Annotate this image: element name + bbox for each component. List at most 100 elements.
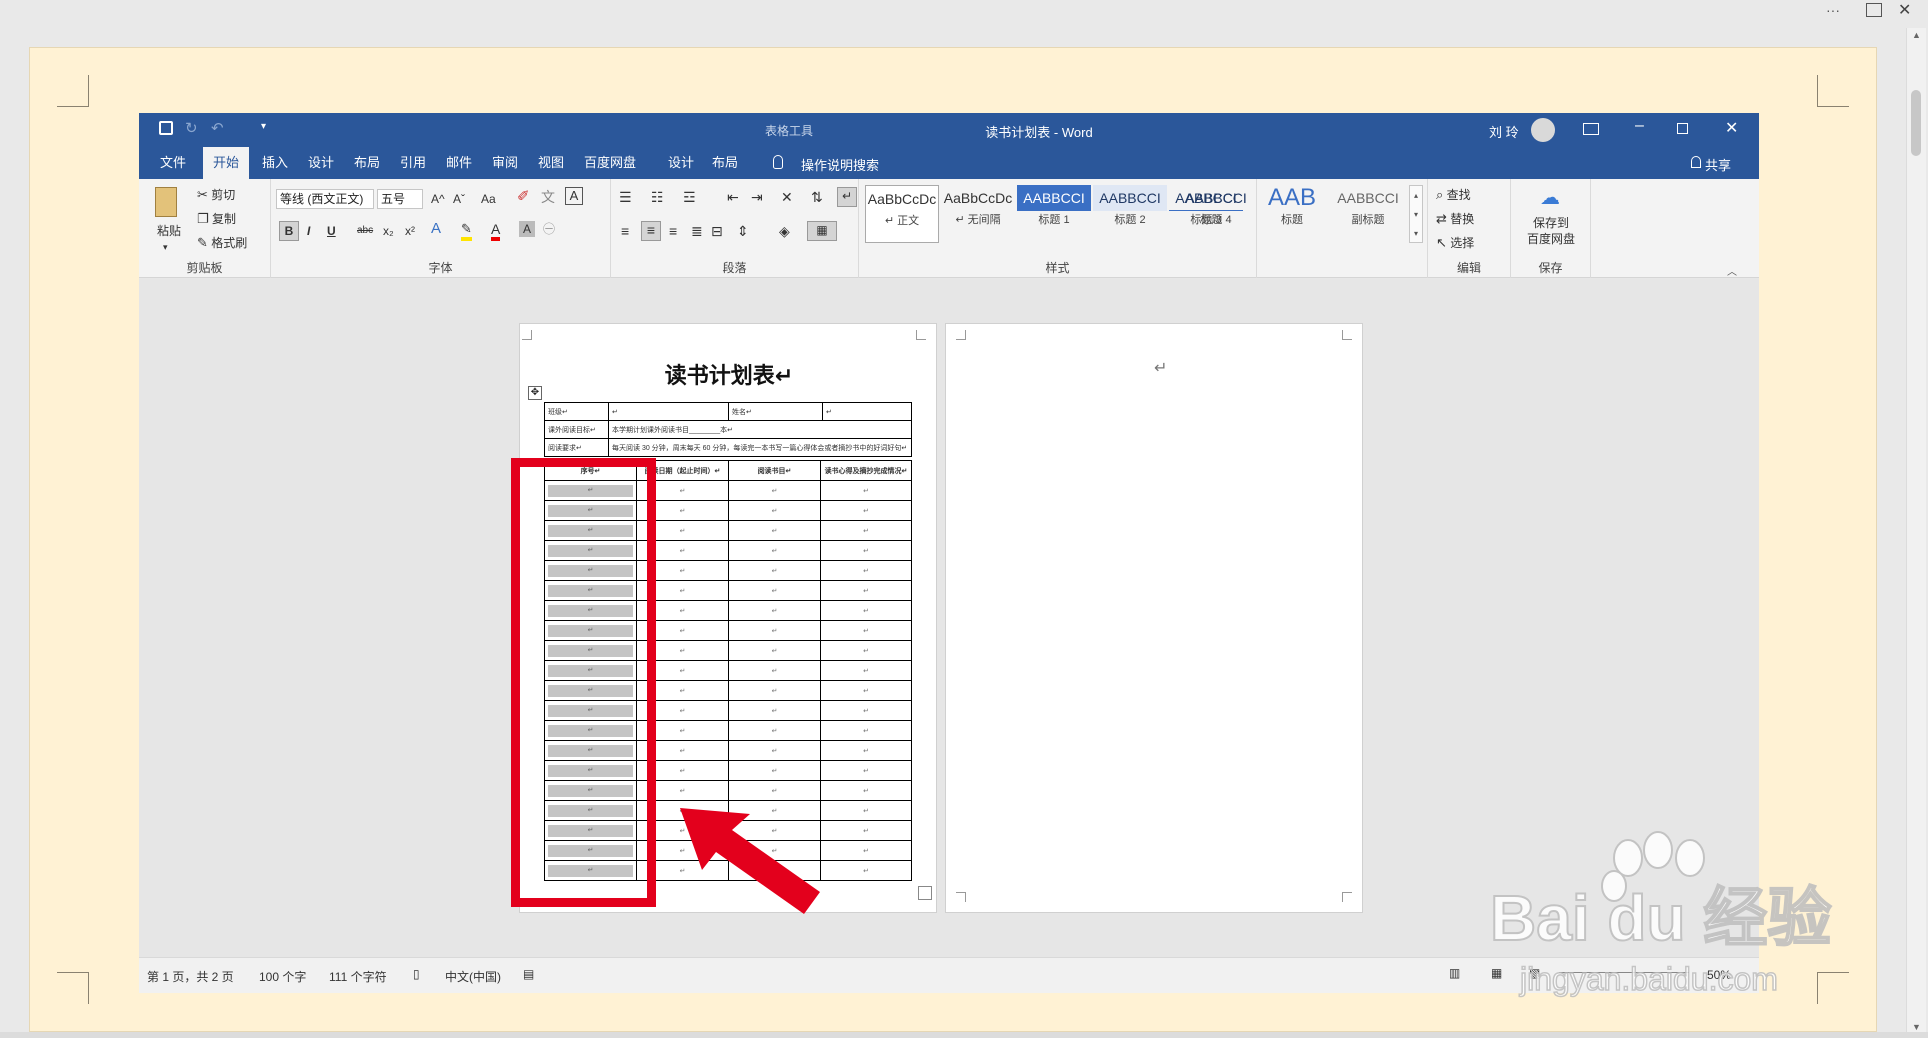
table-cell[interactable]: ↵ — [820, 760, 912, 781]
table-cell[interactable]: 本学期计划课外阅读书目________本↵ — [608, 420, 912, 439]
tab-design[interactable]: 设计 — [301, 147, 341, 179]
table-cell[interactable]: ↵ — [820, 720, 912, 741]
proofing-icon[interactable]: ▯ — [413, 967, 420, 981]
align-center-icon[interactable]: ≡ — [641, 221, 661, 241]
styles-gallery-scroll[interactable]: ▴ ▾ ▾ — [1409, 185, 1423, 243]
style-heading-1[interactable]: AABBCCI 标题 1 — [1017, 185, 1091, 243]
table-cell[interactable]: 阅读要求↵ — [544, 438, 609, 457]
share-icon[interactable] — [1691, 156, 1701, 168]
tab-table-layout[interactable]: 布局 — [705, 147, 745, 179]
distributed-icon[interactable]: ⊟ — [711, 223, 723, 239]
enclose-characters-icon[interactable]: ㊀ — [543, 221, 555, 237]
tab-review[interactable]: 审阅 — [485, 147, 525, 179]
table-cell[interactable]: 每天阅读 30 分钟，周末每天 60 分钟，每读完一本书写一篇心得体会或者摘抄书… — [608, 438, 912, 457]
table-cell[interactable]: ↵ — [728, 780, 821, 801]
underline-button[interactable]: U — [327, 223, 336, 239]
user-name[interactable]: 刘 玲 — [1489, 122, 1519, 141]
font-family-select[interactable]: 等线 (西文正文) — [276, 189, 374, 209]
shrink-font-icon[interactable]: Aˇ — [453, 191, 465, 207]
bullets-icon[interactable]: ☰ — [619, 189, 632, 205]
table-cell[interactable]: ↵ — [820, 620, 912, 641]
paste-dropdown-icon[interactable]: ▾ — [163, 239, 168, 255]
table-cell[interactable]: 姓名↵ — [728, 402, 823, 421]
format-painter-button[interactable]: 格式刷 — [211, 236, 247, 250]
tell-me-search[interactable]: 操作说明搜索 — [801, 155, 879, 174]
table-cell[interactable]: ↵ — [728, 480, 821, 501]
tab-file[interactable]: 文件 — [151, 147, 195, 179]
ribbon-display-options-icon[interactable] — [1583, 123, 1599, 135]
save-to-line2[interactable]: 百度网盘 — [1521, 231, 1581, 247]
table-cell[interactable]: ↵ — [608, 402, 729, 421]
paste-icon[interactable] — [155, 187, 177, 217]
line-spacing-icon[interactable]: ⇕ — [737, 223, 749, 239]
multilevel-list-icon[interactable]: ☲ — [683, 189, 696, 205]
save-icon[interactable] — [159, 121, 173, 135]
table-cell[interactable]: ↵ — [820, 480, 912, 501]
table-cell[interactable]: ↵ — [728, 500, 821, 521]
style-normal[interactable]: AaBbCcDc ↵ 正文 — [865, 185, 939, 243]
decrease-indent-icon[interactable]: ⇤ — [727, 189, 739, 205]
header-cell[interactable]: 阅读书目↵ — [728, 460, 821, 481]
tab-references[interactable]: 引用 — [393, 147, 433, 179]
header-cell[interactable]: 读书心得及摘抄完成情况↵ — [820, 460, 912, 481]
tab-layout[interactable]: 布局 — [347, 147, 387, 179]
more-options-icon[interactable]: ··· — [1826, 2, 1840, 18]
table-cell[interactable]: ↵ — [820, 560, 912, 581]
subscript-button[interactable]: x₂ — [383, 223, 394, 239]
table-cell[interactable]: ↵ — [728, 660, 821, 681]
justify-icon[interactable]: ≣ — [691, 223, 703, 239]
highlight-color-icon[interactable]: ✎ — [461, 221, 472, 241]
character-shading-icon[interactable]: A — [519, 221, 535, 237]
tab-baidu-netdisk[interactable]: 百度网盘 — [577, 147, 643, 179]
replace-button[interactable]: 替换 — [1450, 212, 1474, 226]
table-cell[interactable]: ↵ — [728, 700, 821, 721]
macro-icon[interactable]: ▤ — [523, 967, 534, 981]
font-color-icon[interactable]: A — [491, 221, 501, 241]
clear-formatting-icon[interactable]: ✐ — [517, 189, 530, 205]
minimize-icon[interactable]: – — [1635, 117, 1644, 135]
table-move-handle-icon[interactable]: ✥ — [528, 386, 542, 400]
numbering-icon[interactable]: ☷ — [651, 189, 664, 205]
read-mode-icon[interactable]: ▥ — [1449, 966, 1460, 980]
table-cell[interactable]: ↵ — [728, 620, 821, 641]
scroll-up-icon[interactable]: ▲ — [1912, 30, 1921, 40]
table-cell[interactable]: ↵ — [728, 740, 821, 761]
table-cell[interactable]: ↵ — [820, 580, 912, 601]
vertical-scrollbar[interactable]: ▲ ▼ — [1906, 28, 1926, 1034]
table-cell[interactable]: ↵ — [820, 640, 912, 661]
phonetic-guide-icon[interactable]: 文 — [541, 189, 555, 205]
character-border-icon[interactable]: A — [565, 187, 583, 205]
collapse-ribbon-icon[interactable]: ︿ — [1727, 263, 1737, 278]
table-resize-handle-icon[interactable] — [918, 886, 932, 900]
tab-view[interactable]: 视图 — [531, 147, 571, 179]
paragraph-mark[interactable]: ↵ — [1154, 358, 1167, 378]
tab-insert[interactable]: 插入 — [255, 147, 295, 179]
avatar[interactable] — [1531, 118, 1555, 142]
tab-mailings[interactable]: 邮件 — [439, 147, 479, 179]
table-cell[interactable]: ↵ — [728, 680, 821, 701]
table-cell[interactable]: 课外阅读目标↵ — [544, 420, 609, 439]
italic-button[interactable]: I — [307, 223, 310, 239]
table-cell[interactable]: ↵ — [820, 780, 912, 801]
word-count[interactable]: 100 个字 — [259, 968, 306, 985]
align-right-icon[interactable]: ≡ — [669, 223, 677, 239]
tab-home[interactable]: 开始 — [203, 147, 249, 179]
baidu-cloud-icon[interactable]: ☁ — [1537, 185, 1563, 209]
document-title[interactable]: 读书计划表↵ — [520, 358, 938, 390]
table-cell[interactable]: ↵ — [820, 520, 912, 541]
find-button[interactable]: 查找 — [1447, 188, 1471, 202]
style-heading-2[interactable]: AABBCCI 标题 2 — [1093, 185, 1167, 243]
table-cell[interactable]: ↵ — [820, 740, 912, 761]
table-cell[interactable]: ↵ — [820, 820, 912, 841]
table-cell[interactable]: ↵ — [820, 540, 912, 561]
copy-button[interactable]: 复制 — [212, 212, 236, 226]
language-indicator[interactable]: 中文(中国) — [445, 968, 501, 985]
horizontal-scrollbar[interactable] — [0, 1032, 1928, 1038]
superscript-button[interactable]: x² — [405, 223, 415, 239]
table-cell[interactable]: ↵ — [820, 700, 912, 721]
increase-indent-icon[interactable]: ⇥ — [751, 189, 763, 205]
style-no-spacing[interactable]: AaBbCcDc ↵ 无间隔 — [941, 185, 1015, 243]
table-cell[interactable]: ↵ — [820, 600, 912, 621]
style-heading-4-tile[interactable]: AABBCCI 标题 4 — [1179, 185, 1253, 243]
save-to-line1[interactable]: 保存到 — [1521, 215, 1581, 231]
